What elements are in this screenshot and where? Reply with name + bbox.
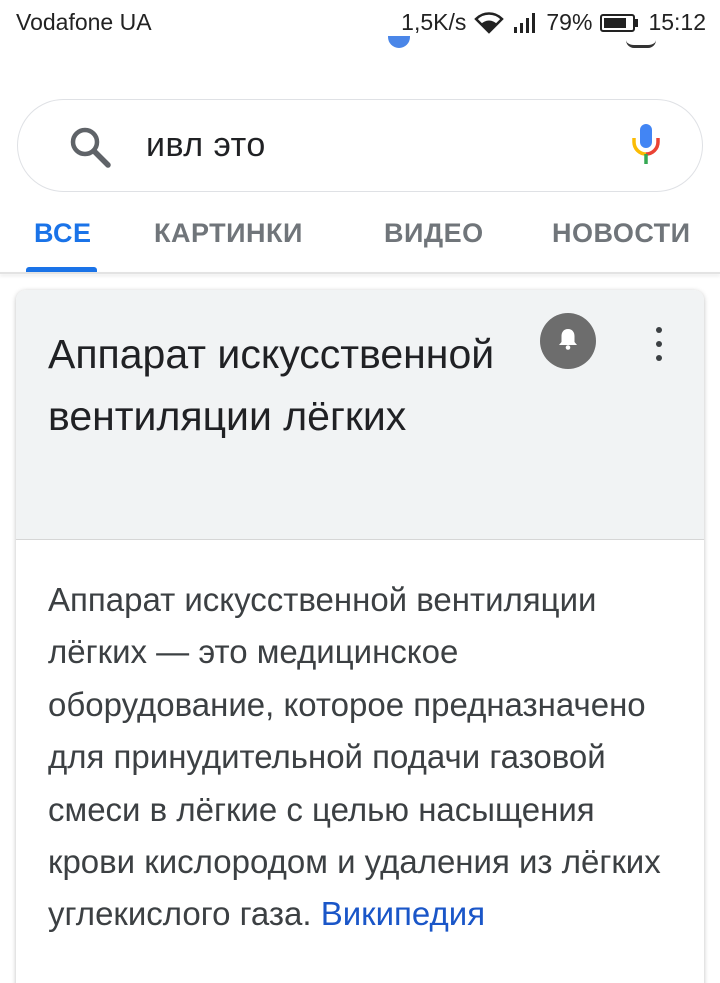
status-bar: Vodafone UA 1,5K/s 79% 15:12 xyxy=(0,0,720,48)
tabs-divider xyxy=(0,272,720,274)
network-speed: 1,5K/s xyxy=(401,9,467,35)
knowledge-panel-header: Аппарат искусственной вентиляции лёгких xyxy=(16,290,704,540)
tab-images[interactable]: КАРТИНКИ xyxy=(154,218,303,249)
google-search-results-page: Vodafone UA 1,5K/s 79% 15:12 ивл это ВСЕ… xyxy=(0,0,720,983)
search-input[interactable]: ивл это xyxy=(146,126,266,165)
knowledge-panel-description: Аппарат искусственной вентиляции лёгких … xyxy=(48,574,688,941)
search-tabs: ВСЕ КАРТИНКИ ВИДЕО НОВОСТИ xyxy=(0,205,720,273)
avatar-fragment[interactable] xyxy=(626,40,656,48)
signal-icon xyxy=(512,12,538,34)
knowledge-panel: Аппарат искусственной вентиляции лёгких … xyxy=(16,290,704,983)
carrier-name: Vodafone UA xyxy=(16,9,152,35)
wikipedia-link[interactable]: Википедия xyxy=(321,895,485,932)
search-bar[interactable]: ивл это xyxy=(17,99,703,192)
mic-icon[interactable] xyxy=(630,122,662,173)
more-vert-icon[interactable] xyxy=(644,324,674,364)
knowledge-panel-title: Аппарат искусственной вентиляции лёгких xyxy=(48,331,495,439)
tab-video[interactable]: ВИДЕО xyxy=(384,218,484,249)
battery-percent: 79% xyxy=(546,9,593,35)
status-indicators: 1,5K/s 79% 15:12 xyxy=(401,9,706,36)
bell-icon xyxy=(557,327,579,356)
description-text: Аппарат искусственной вентиляции лёгких … xyxy=(48,581,661,933)
wifi-icon xyxy=(474,11,505,34)
search-icon[interactable] xyxy=(68,125,112,174)
tab-news[interactable]: НОВОСТИ xyxy=(552,218,691,249)
follow-button[interactable] xyxy=(540,313,596,369)
tab-all[interactable]: ВСЕ xyxy=(34,218,91,249)
battery-icon xyxy=(600,13,640,33)
clock: 15:12 xyxy=(648,9,706,35)
